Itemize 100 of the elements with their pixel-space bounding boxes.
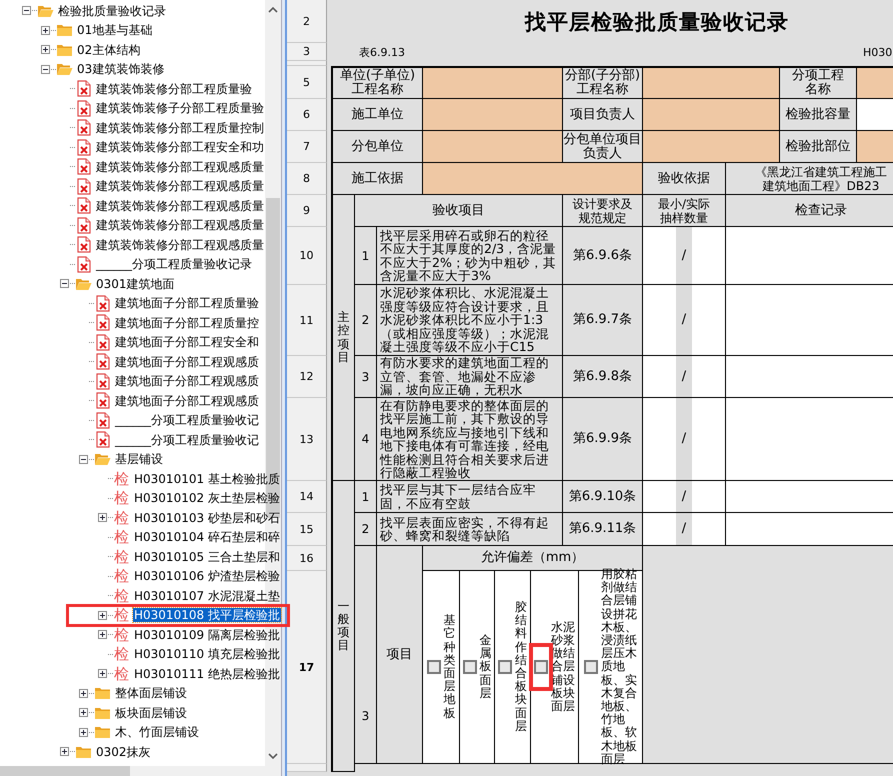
tree-item[interactable]: 建筑装饰装修子分部工程质量验 [95, 101, 265, 116]
collapse-icon[interactable] [78, 454, 88, 464]
expand-icon[interactable] [40, 26, 50, 35]
row-header[interactable]: 14 [287, 481, 327, 513]
input-field[interactable] [423, 131, 563, 163]
tree-item[interactable]: H03010102 灰土垫层检验 [133, 491, 281, 506]
tree-item[interactable]: 建筑装饰装修分部工程质量控制 [95, 120, 265, 135]
scroll-thumb[interactable] [0, 766, 130, 776]
tree-item[interactable]: 基层铺设 [114, 452, 164, 466]
row-header[interactable]: 11 [287, 285, 327, 356]
row-header[interactable]: 7 [287, 131, 327, 163]
expand-icon[interactable] [98, 630, 106, 640]
tree-item[interactable]: 建筑地面子分部工程观感质 [114, 354, 260, 369]
row-header[interactable]: 16 [287, 546, 327, 571]
expand-icon[interactable] [60, 747, 68, 756]
record-field[interactable] [726, 227, 893, 285]
expand-icon[interactable] [98, 610, 106, 620]
record-field[interactable] [726, 285, 893, 356]
tree-item[interactable]: H03010104 碎石垫层和碎 [133, 530, 281, 544]
tree-item[interactable]: 建筑地面子分部工程质量验 [114, 296, 260, 310]
input-field[interactable] [423, 99, 563, 131]
checkbox[interactable] [462, 660, 476, 674]
input-field[interactable] [643, 66, 780, 99]
row-header[interactable]: 3 [287, 43, 327, 61]
expand-icon[interactable] [78, 688, 88, 698]
tree-item[interactable]: 板块面层铺设 [114, 706, 188, 720]
input-field[interactable] [643, 99, 780, 131]
checkbox[interactable] [584, 660, 598, 674]
tree-item[interactable]: H03010108 找平层检验批 [133, 608, 281, 622]
input-field[interactable] [643, 398, 676, 481]
tree-item[interactable]: H03010110 填充层检验批 [133, 647, 281, 662]
row-header[interactable]: 8 [287, 163, 327, 195]
input-field[interactable] [692, 356, 726, 398]
tree-item[interactable]: 建筑装饰装修分部工程质量验 [95, 82, 253, 96]
tree-item[interactable]: 0302抹灰 [95, 744, 152, 759]
record-field[interactable] [726, 398, 893, 481]
tree-item[interactable]: H03010101 基土检验批质 [133, 472, 281, 486]
input-field[interactable] [643, 481, 676, 513]
tree-item[interactable]: 建筑装饰装修分部工程观感质量 [95, 198, 265, 213]
tree-item[interactable]: 整体面层铺设 [114, 686, 188, 700]
tree-item[interactable]: 03建筑装饰装修 [76, 62, 166, 76]
tree-item[interactable]: 建筑地面子分部工程安全和 [114, 335, 260, 350]
input-field[interactable] [692, 285, 726, 356]
checkbox[interactable] [426, 660, 440, 674]
record-field[interactable] [726, 356, 893, 398]
row-header[interactable]: 15 [287, 513, 327, 546]
row-header[interactable]: 5 [287, 66, 327, 99]
expand-icon[interactable] [40, 45, 50, 54]
input-field[interactable] [643, 131, 780, 163]
input-field[interactable] [692, 481, 726, 513]
input-field[interactable] [692, 513, 726, 546]
expand-icon[interactable] [98, 513, 106, 522]
collapse-icon[interactable] [60, 279, 68, 288]
record-field[interactable] [726, 513, 893, 546]
tree-item[interactable]: 建筑地面子分部工程质量控 [114, 316, 260, 330]
scrollbar[interactable] [0, 766, 281, 776]
tree-item[interactable]: ______分项工程质量验收记 [114, 413, 260, 428]
expand-icon[interactable] [98, 669, 106, 678]
tree-item[interactable]: H03010103 砂垫层和砂石 [133, 510, 281, 525]
tree-item[interactable]: 木、竹面层铺设 [114, 725, 200, 740]
tree-item[interactable]: 建筑装饰装修分部工程观感质量 [95, 179, 265, 194]
row-header[interactable]: 6 [287, 99, 327, 131]
tree-item[interactable]: 检验批质量验收记录 [57, 4, 167, 18]
tree-item[interactable]: 建筑地面子分部工程观感质 [114, 374, 260, 388]
expand-icon[interactable] [78, 708, 88, 718]
tree-item[interactable]: 建筑装饰装修分部工程观感质量 [95, 218, 265, 232]
input-field[interactable] [643, 227, 676, 285]
checkbox[interactable] [498, 660, 512, 674]
checkbox[interactable] [534, 660, 548, 674]
tree-item[interactable]: 建筑装饰装修分部工程安全和功 [95, 140, 265, 154]
input-field[interactable] [643, 356, 676, 398]
row-header[interactable]: 2 [287, 0, 327, 43]
expand-icon[interactable] [78, 728, 88, 737]
row-header[interactable]: 9 [287, 195, 327, 227]
input-field[interactable] [692, 227, 726, 285]
row-header[interactable]: 17 [287, 571, 327, 764]
tree-item[interactable]: 建筑地面子分部工程观感质 [114, 394, 260, 408]
input-field[interactable] [643, 513, 676, 546]
record-field[interactable] [726, 481, 893, 513]
tree-item[interactable]: ______分项工程质量验收记录 [95, 257, 253, 272]
tree-item[interactable]: 02主体结构 [76, 42, 142, 57]
collapse-icon[interactable] [22, 6, 30, 16]
tree-item[interactable]: H03010106 炉渣垫层检验 [133, 569, 281, 584]
tree-item[interactable]: 0301建筑地面 [95, 276, 176, 291]
tree-item[interactable]: H03010105 三合土垫层和 [133, 550, 281, 564]
row-header[interactable]: 10 [287, 227, 327, 285]
input-field[interactable] [692, 398, 726, 481]
row-header[interactable]: 13 [287, 398, 327, 481]
input-field[interactable] [423, 66, 563, 99]
tree-item[interactable]: 建筑装饰装修分部工程观感质量 [95, 238, 265, 252]
collapse-icon[interactable] [40, 64, 50, 74]
input-field[interactable] [423, 163, 643, 195]
tree-item[interactable]: H03010107 水泥混凝土垫 [133, 588, 281, 603]
tree-item[interactable]: ______分项工程质量验收记 [114, 432, 260, 447]
tree-item[interactable]: H03010111 绝热层检验批 [133, 666, 281, 681]
tree-item[interactable]: 建筑装饰装修分部工程观感质量 [95, 160, 265, 174]
tree-item[interactable]: 01地基与基础 [76, 23, 154, 38]
tree-item[interactable]: H03010109 隔离层检验批 [133, 628, 281, 642]
row-header[interactable]: 12 [287, 356, 327, 398]
input-field[interactable] [643, 285, 676, 356]
